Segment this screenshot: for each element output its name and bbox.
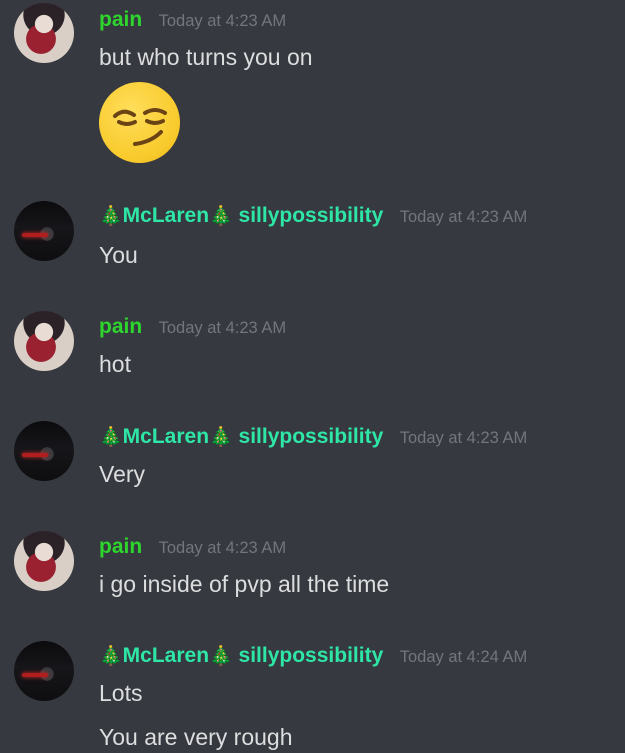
message-text: Very	[99, 461, 146, 487]
message-text: Lots	[99, 680, 143, 706]
username[interactable]: pain	[99, 535, 142, 558]
timestamp: Today at 4:23 AM	[399, 429, 528, 447]
username[interactable]: pain	[99, 315, 142, 338]
message-text: i go inside of pvp all the time	[99, 571, 390, 597]
message-header: 🎄McLaren🎄 sillypossibility Today at 4:24…	[99, 644, 527, 668]
message-header: 🎄McLaren🎄 sillypossibility Today at 4:23…	[99, 425, 527, 449]
username-suffix[interactable]: sillypossibility	[233, 204, 384, 227]
message-text: but who turns you on	[99, 44, 313, 70]
avatar[interactable]	[14, 201, 74, 261]
message-header: pain Today at 4:23 AM	[99, 315, 286, 339]
tree-emoji-icon: 🎄	[99, 206, 123, 227]
timestamp: Today at 4:23 AM	[158, 319, 287, 337]
avatar[interactable]	[14, 3, 74, 63]
message-text: hot	[99, 351, 131, 377]
timestamp: Today at 4:23 AM	[158, 539, 287, 557]
timestamp: Today at 4:23 AM	[158, 12, 287, 30]
tree-emoji-icon: 🎄	[209, 646, 233, 667]
avatar[interactable]	[14, 311, 74, 371]
smirking-face-icon	[99, 82, 180, 163]
username-suffix[interactable]: sillypossibility	[233, 644, 384, 667]
message-text: You	[99, 242, 138, 268]
tree-emoji-icon: 🎄	[99, 427, 123, 448]
tree-emoji-icon: 🎄	[99, 646, 123, 667]
timestamp: Today at 4:23 AM	[399, 208, 528, 226]
username[interactable]: McLaren	[123, 204, 209, 227]
username[interactable]: McLaren	[123, 644, 209, 667]
username[interactable]: pain	[99, 8, 142, 31]
username-suffix[interactable]: sillypossibility	[233, 425, 384, 448]
message-header: 🎄McLaren🎄 sillypossibility Today at 4:23…	[99, 204, 527, 228]
avatar[interactable]	[14, 641, 74, 701]
avatar[interactable]	[14, 531, 74, 591]
tree-emoji-icon: 🎄	[209, 206, 233, 227]
avatar[interactable]	[14, 421, 74, 481]
tree-emoji-icon: 🎄	[209, 427, 233, 448]
message-header: pain Today at 4:23 AM	[99, 535, 286, 559]
message-header: pain Today at 4:23 AM	[99, 8, 286, 32]
timestamp: Today at 4:24 AM	[399, 648, 528, 666]
smirking-face-icon-drawing	[113, 108, 167, 146]
message-text: You are very rough	[99, 724, 293, 750]
username[interactable]: McLaren	[123, 425, 209, 448]
